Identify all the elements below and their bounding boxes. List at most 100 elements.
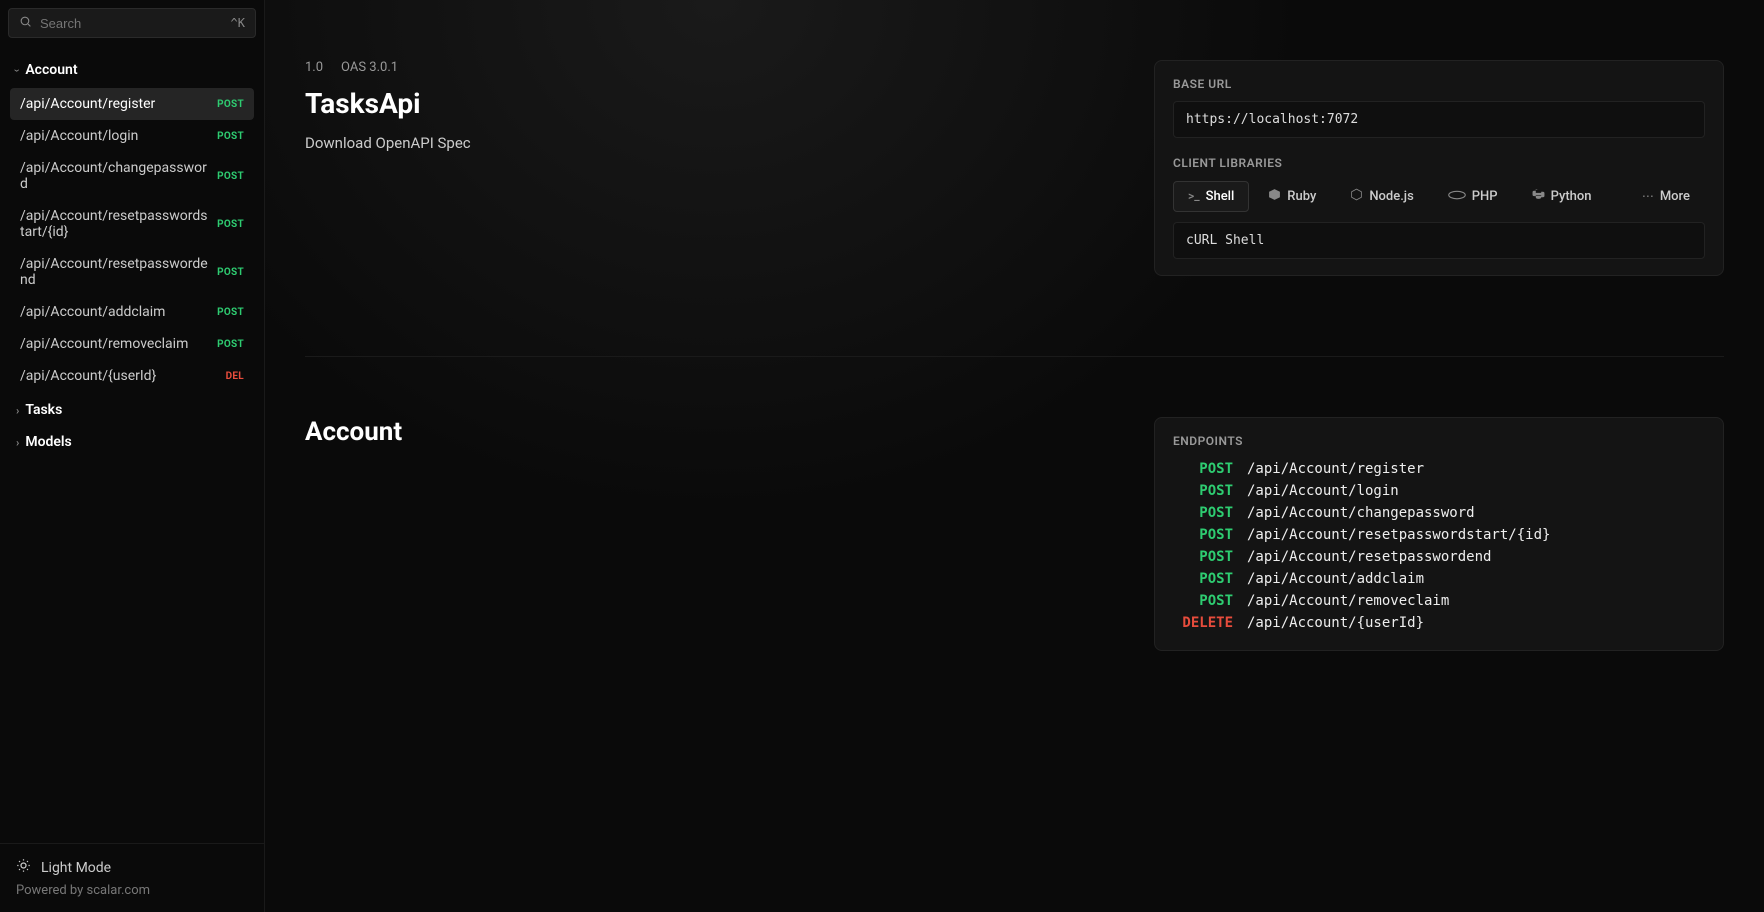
chevron-right-icon: › [16,404,19,417]
endpoint-method: DELETE [1173,615,1233,631]
client-lib-ruby[interactable]: Ruby [1253,180,1331,212]
endpoint-path: /api/Account/register [1247,461,1424,477]
endpoints-label: ENDPOINTS [1173,434,1705,448]
nodejs-icon [1350,188,1363,204]
sidebar-footer: Light Mode Powered by scalar.com [0,843,264,912]
endpoint-path: /api/Account/addclaim [1247,571,1424,587]
endpoint-path: /api/Account/resetpasswordstart/{id} [20,208,209,240]
oas-version: OAS 3.0.1 [341,60,398,75]
search-shortcut: ^K [231,16,245,30]
method-badge: POST [217,307,244,318]
endpoint-method: POST [1173,527,1233,543]
endpoint-path: /api/Account/removeclaim [20,336,209,352]
endpoint-method: POST [1173,571,1233,587]
nav-section-label: Account [25,62,77,78]
nav-section-label: Models [25,434,71,450]
more-icon: ⋯ [1642,189,1654,203]
endpoint-row[interactable]: POST/api/Account/login [1173,480,1705,502]
endpoint-method: POST [1173,461,1233,477]
endpoint-row[interactable]: POST/api/Account/resetpasswordstart/{id} [1173,524,1705,546]
endpoint-row[interactable]: POST/api/Account/addclaim [1173,568,1705,590]
client-lib-label: Node.js [1369,189,1413,204]
sidebar-item-endpoint[interactable]: /api/Account/resetpasswordstart/{id} POST [10,200,254,248]
shell-icon: >_ [1188,189,1200,203]
endpoint-row[interactable]: POST/api/Account/changepassword [1173,502,1705,524]
endpoint-row[interactable]: POST/api/Account/resetpasswordend [1173,546,1705,568]
endpoint-path: /api/Account/login [20,128,209,144]
endpoint-path: /api/Account/changepassword [20,160,209,192]
endpoint-path: /api/Account/resetpasswordend [20,256,209,288]
client-library-sub[interactable]: cURL Shell [1173,222,1705,259]
endpoint-method: POST [1173,483,1233,499]
endpoint-row[interactable]: POST/api/Account/register [1173,458,1705,480]
client-lib-label: PHP [1472,189,1498,204]
sun-icon [16,858,31,877]
chevron-down-icon: › [11,68,24,71]
method-badge: POST [217,171,244,182]
endpoint-row[interactable]: DELETE/api/Account/{userId} [1173,612,1705,634]
endpoint-row[interactable]: POST/api/Account/removeclaim [1173,590,1705,612]
endpoint-method: POST [1173,505,1233,521]
theme-label: Light Mode [41,860,111,876]
ruby-icon [1268,188,1281,204]
endpoint-path: /api/Account/{userId} [1247,615,1424,631]
sidebar-item-endpoint[interactable]: /api/Account/login POST [10,120,254,152]
base-url-label: BASE URL [1173,77,1705,91]
endpoint-method: POST [1173,593,1233,609]
sidebar-item-endpoint[interactable]: /api/Account/removeclaim POST [10,328,254,360]
main-content: 1.0 OAS 3.0.1 TasksApi Download OpenAPI … [265,0,1764,912]
endpoint-path: /api/Account/login [1247,483,1399,499]
client-lib-label: Shell [1206,189,1235,204]
search-box[interactable]: ^K [8,8,256,38]
sidebar-item-endpoint[interactable]: /api/Account/{userId} DEL [10,360,254,392]
method-badge: DEL [226,371,244,382]
endpoint-path: /api/Account/addclaim [20,304,209,320]
api-title: TasksApi [305,87,1114,120]
sidebar-item-endpoint[interactable]: /api/Account/resetpasswordend POST [10,248,254,296]
endpoint-path: /api/Account/changepassword [1247,505,1475,521]
endpoint-path: /api/Account/{userId} [20,368,218,384]
client-lib-python[interactable]: Python [1517,180,1607,212]
search-icon [19,15,32,31]
theme-toggle[interactable]: Light Mode [16,858,248,877]
method-badge: POST [217,99,244,110]
api-version: 1.0 [305,60,323,75]
endpoint-list: POST/api/Account/registerPOST/api/Accoun… [1173,458,1705,634]
download-spec-link[interactable]: Download OpenAPI Spec [305,134,1114,152]
nav-items-account: /api/Account/register POST/api/Account/lo… [10,88,254,392]
endpoint-method: POST [1173,549,1233,565]
client-libraries-row: >_ Shell Ruby Node.js PHP Python ⋯ More [1173,180,1705,212]
sidebar-item-endpoint[interactable]: /api/Account/changepassword POST [10,152,254,200]
base-url-value[interactable]: https://localhost:7072 [1173,101,1705,138]
nav-section-models[interactable]: › Models [4,426,260,458]
sidebar: ^K › Account /api/Account/register POST/a… [0,0,265,912]
client-lib-shell[interactable]: >_ Shell [1173,181,1249,212]
client-lib-nodejs[interactable]: Node.js [1335,180,1428,212]
client-lib-php[interactable]: PHP [1433,181,1513,212]
sidebar-item-endpoint[interactable]: /api/Account/addclaim POST [10,296,254,328]
client-libraries-label: CLIENT LIBRARIES [1173,156,1705,170]
endpoints-panel: ENDPOINTS POST/api/Account/registerPOST/… [1154,417,1724,651]
method-badge: POST [217,339,244,350]
method-badge: POST [217,219,244,230]
client-lib-more[interactable]: ⋯ More [1627,181,1705,212]
section-title-account: Account [305,417,1114,447]
intro-panel: BASE URL https://localhost:7072 CLIENT L… [1154,60,1724,276]
endpoint-path: /api/Account/removeclaim [1247,593,1449,609]
sidebar-item-endpoint[interactable]: /api/Account/register POST [10,88,254,120]
nav-section-tasks[interactable]: › Tasks [4,394,260,426]
method-badge: POST [217,131,244,142]
section-divider [305,356,1724,357]
method-badge: POST [217,267,244,278]
php-icon [1448,189,1466,203]
chevron-right-icon: › [16,436,19,449]
client-lib-label: Python [1551,189,1592,204]
endpoint-path: /api/Account/register [20,96,209,112]
client-lib-label: Ruby [1287,189,1316,204]
search-input[interactable] [40,16,223,31]
powered-by[interactable]: Powered by scalar.com [16,883,248,898]
endpoint-path: /api/Account/resetpasswordstart/{id} [1247,527,1550,543]
more-label: More [1660,189,1690,204]
nav-section-account[interactable]: › Account [4,54,260,86]
python-icon [1532,188,1545,204]
